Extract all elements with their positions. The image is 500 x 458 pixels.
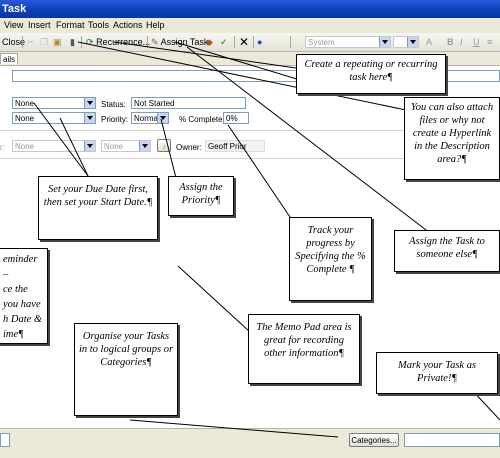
categories-button[interactable]: Categories... bbox=[349, 433, 399, 447]
assign-task-icon: ✎ bbox=[151, 37, 159, 47]
toolbar-separator bbox=[81, 36, 82, 48]
toolbar-separator bbox=[22, 36, 23, 48]
owner-value: Geoff Prior bbox=[208, 142, 247, 151]
status-label: Status: bbox=[101, 100, 126, 109]
menu-bar: View Insert Format Tools Actions Help bbox=[0, 18, 500, 34]
attach-file-icon[interactable]: ▮ bbox=[70, 35, 75, 49]
callout-reminder-line: ime¶ bbox=[3, 329, 24, 340]
callout-reminder-line: ce the bbox=[3, 284, 28, 295]
priority-label: Priority: bbox=[101, 115, 129, 124]
font-color-icon[interactable]: A bbox=[426, 35, 432, 49]
menu-tools[interactable]: Tools bbox=[88, 20, 109, 30]
help-icon[interactable]: ● bbox=[257, 35, 262, 49]
chevron-down-icon bbox=[139, 141, 150, 151]
reminder-time-field[interactable]: None bbox=[101, 140, 151, 152]
callout-reminder-line: you have bbox=[3, 299, 41, 310]
toolbar-separator bbox=[253, 36, 254, 48]
title-bar: Task bbox=[0, 0, 500, 18]
font-select[interactable]: System bbox=[305, 36, 391, 48]
chevron-down-icon bbox=[84, 113, 95, 123]
chevron-down-icon bbox=[379, 37, 390, 47]
recurrence-button[interactable]: ⟳ Recurrence... bbox=[86, 35, 150, 49]
recurrence-label: Recurrence... bbox=[96, 37, 151, 47]
callout-due-date: Set your Due Date first, then set your S… bbox=[38, 176, 158, 240]
callout-memo: The Memo Pad area is great for recording… bbox=[248, 314, 360, 384]
window-title: Task bbox=[2, 3, 27, 15]
font-size-select[interactable] bbox=[393, 36, 419, 48]
status-value: Not Started bbox=[134, 99, 175, 108]
start-date-value: None bbox=[15, 114, 35, 123]
callout-priority: Assign the Priority¶ bbox=[168, 176, 234, 216]
status-select[interactable]: Not Started bbox=[131, 97, 246, 109]
reminder-label: r: bbox=[0, 143, 5, 152]
start-date-field[interactable]: None bbox=[12, 112, 96, 124]
owner-label: Owner: bbox=[176, 143, 202, 152]
callout-progress: Track your progress by Specifying the % … bbox=[289, 217, 372, 301]
toolbar-separator bbox=[290, 36, 291, 48]
reminder-time-value: None bbox=[104, 142, 124, 151]
bold-button[interactable]: B bbox=[447, 35, 454, 49]
owner-field: Geoff Prior bbox=[205, 140, 265, 152]
callout-reminder-line: eminder – bbox=[3, 254, 38, 280]
font-select-value: System bbox=[308, 38, 335, 47]
percent-complete-value: 0% bbox=[226, 114, 238, 123]
reminder-date-field[interactable]: None bbox=[12, 140, 96, 152]
paste-icon[interactable]: ▣ bbox=[53, 35, 62, 49]
due-date-value: None bbox=[15, 99, 35, 108]
mark-complete-icon[interactable]: ◆ bbox=[206, 35, 213, 49]
underline-button[interactable]: U bbox=[473, 35, 480, 49]
assign-task-label: Assign Task bbox=[160, 37, 209, 47]
callout-assign: Assign the Task to someone else¶ bbox=[394, 230, 500, 272]
status-report-icon[interactable]: ✓ bbox=[220, 35, 228, 49]
due-date-field[interactable]: None bbox=[12, 97, 96, 109]
chevron-down-icon bbox=[407, 37, 418, 47]
percent-complete-field[interactable]: 0% bbox=[223, 112, 249, 124]
toolbar-separator bbox=[147, 36, 148, 48]
chevron-down-icon bbox=[84, 98, 95, 108]
chevron-down-icon bbox=[84, 141, 95, 151]
chevron-down-icon bbox=[157, 113, 168, 123]
menu-view[interactable]: View bbox=[4, 20, 23, 30]
delete-icon[interactable]: ✕ bbox=[239, 35, 249, 49]
callout-recurring: Create a repeating or recurring task her… bbox=[296, 54, 446, 94]
toolbar-separator bbox=[234, 36, 235, 48]
callout-attach: You can also attach files or why not cre… bbox=[404, 97, 500, 180]
reminder-date-value: None bbox=[15, 142, 35, 151]
bottom-bar: Categories... bbox=[0, 428, 500, 458]
callout-categories: Organise your Tasks in to logical groups… bbox=[74, 323, 178, 416]
menu-insert[interactable]: Insert bbox=[28, 20, 51, 30]
toolbar: Close ✂ ❐ ▣ ▮ ⟳ Recurrence... ✎ Assign T… bbox=[0, 33, 500, 52]
recurrence-icon: ⟳ bbox=[86, 37, 94, 47]
priority-value: Normal bbox=[134, 114, 160, 123]
priority-select[interactable]: Normal bbox=[131, 112, 169, 124]
copy-icon[interactable]: ❐ bbox=[40, 35, 48, 49]
menu-actions[interactable]: Actions bbox=[113, 20, 143, 30]
italic-button[interactable]: I bbox=[460, 35, 463, 49]
percent-complete-label: % Complete: bbox=[179, 115, 225, 124]
menu-help[interactable]: Help bbox=[146, 20, 165, 30]
callout-private: Mark your Task as Private!¶ bbox=[376, 352, 498, 394]
callout-reminder-line: h Date & bbox=[3, 314, 43, 325]
reminder-sound-icon[interactable]: ♪ bbox=[157, 139, 171, 152]
assign-task-button[interactable]: ✎ Assign Task bbox=[151, 35, 208, 49]
categories-field[interactable] bbox=[404, 433, 500, 447]
tab-details[interactable]: ails bbox=[0, 53, 18, 64]
menu-format[interactable]: Format bbox=[56, 20, 85, 30]
callout-reminder: eminder – ce the you have h Date & ime¶ bbox=[0, 248, 48, 344]
contacts-button[interactable] bbox=[0, 433, 10, 447]
cut-icon[interactable]: ✂ bbox=[27, 35, 35, 49]
align-left-icon[interactable]: ≡ bbox=[487, 35, 492, 49]
